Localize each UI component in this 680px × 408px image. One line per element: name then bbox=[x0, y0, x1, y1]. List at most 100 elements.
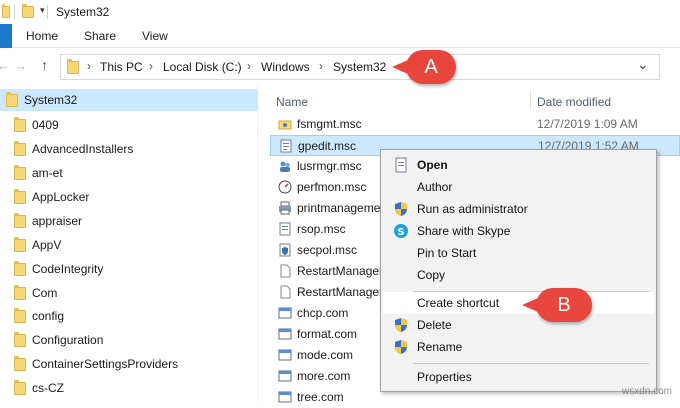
breadcrumb-separator-icon[interactable]: › bbox=[149, 59, 153, 73]
sidebar-item-system32[interactable]: System32 bbox=[0, 89, 258, 111]
menu-item-label: Pin to Start bbox=[417, 246, 477, 260]
breadcrumb-local-disk[interactable]: Local Disk (C:) bbox=[163, 60, 242, 74]
file-tab[interactable] bbox=[0, 24, 12, 48]
file-date: 12/7/2019 1:09 AM bbox=[537, 117, 638, 131]
menu-item-share-with-skype[interactable]: S Share with Skype bbox=[383, 220, 654, 242]
policy-doc-icon bbox=[280, 139, 292, 153]
tab-home[interactable]: Home bbox=[26, 29, 58, 43]
menu-item-pin-to-start[interactable]: Pin to Start bbox=[383, 242, 654, 264]
menu-item-open[interactable]: Open bbox=[383, 154, 654, 176]
address-folder-icon bbox=[67, 59, 79, 74]
folder-icon bbox=[14, 213, 26, 228]
file-name: mode.com bbox=[297, 348, 354, 362]
column-divider[interactable] bbox=[530, 90, 531, 110]
tab-view[interactable]: View bbox=[142, 29, 168, 43]
callout-a: A bbox=[392, 50, 456, 84]
folder-share-icon bbox=[278, 120, 292, 130]
menu-item-rename[interactable]: Rename bbox=[383, 336, 654, 358]
menu-item-label: Author bbox=[417, 180, 453, 194]
menu-item-delete[interactable]: Delete bbox=[383, 314, 654, 336]
sidebar-item-label: 0409 bbox=[32, 118, 59, 132]
sidebar-item[interactable]: 0409 bbox=[0, 114, 258, 136]
sidebar-item[interactable]: CodeIntegrity bbox=[0, 258, 258, 280]
menu-item-author[interactable]: Author bbox=[383, 176, 654, 198]
menu-item-copy[interactable]: Copy bbox=[383, 264, 654, 286]
breadcrumb-this-pc[interactable]: This PC bbox=[100, 60, 143, 74]
sidebar-item[interactable]: AppLocker bbox=[0, 186, 258, 208]
menu-item-run-as-administrator[interactable]: Run as administrator bbox=[383, 198, 654, 220]
menu-item-label: Open bbox=[417, 158, 448, 172]
sidebar-item[interactable]: Configuration bbox=[0, 329, 258, 351]
policy-doc-icon bbox=[279, 222, 291, 236]
uac-shield-icon bbox=[395, 340, 407, 354]
sidebar-item-label: config bbox=[32, 309, 65, 323]
title-separator-2 bbox=[47, 5, 48, 19]
menu-item-label: Copy bbox=[417, 268, 446, 282]
breadcrumb-windows[interactable]: Windows bbox=[261, 60, 310, 74]
skype-icon: S bbox=[394, 224, 408, 238]
app-icon bbox=[278, 370, 292, 382]
svg-text:S: S bbox=[397, 227, 404, 238]
back-arrow-icon[interactable]: ← bbox=[0, 58, 10, 73]
column-header-name[interactable]: Name bbox=[276, 95, 308, 109]
sidebar-item-label: Com bbox=[32, 286, 58, 300]
file-name: RestartManager bbox=[297, 285, 384, 299]
sidebar-item[interactable]: Com bbox=[0, 282, 258, 304]
menu-separator bbox=[413, 363, 649, 364]
app-icon bbox=[278, 307, 292, 319]
sidebar-item[interactable]: AppV bbox=[0, 234, 258, 256]
file-name: fsmgmt.msc bbox=[297, 117, 362, 131]
sidebar-item[interactable]: cs-CZ bbox=[0, 377, 258, 399]
users-icon bbox=[280, 161, 290, 172]
sidebar-item[interactable]: config bbox=[0, 305, 258, 327]
tab-share[interactable]: Share bbox=[84, 29, 116, 43]
navigation-bar: ← → ↑ › This PC › Local Disk (C:) › Wind… bbox=[0, 48, 680, 86]
sidebar-item-label: System32 bbox=[24, 93, 78, 107]
app-icon bbox=[278, 328, 292, 340]
sidebar-item[interactable]: ContainerSettingsProviders bbox=[0, 353, 258, 375]
sidebar-item-label: Configuration bbox=[32, 333, 104, 347]
file-name: more.com bbox=[297, 369, 351, 383]
sidebar-item-label: CodeIntegrity bbox=[32, 262, 104, 276]
sidebar-item[interactable]: appraiser bbox=[0, 210, 258, 232]
printer-icon bbox=[279, 201, 291, 215]
quick-access-dropdown-icon[interactable]: ▾ bbox=[40, 5, 45, 16]
file-name: perfmon.msc bbox=[297, 180, 367, 194]
menu-item-create-shortcut[interactable]: Create shortcut bbox=[383, 292, 654, 314]
breadcrumb-separator-icon[interactable]: › bbox=[247, 59, 251, 73]
forward-arrow-icon[interactable]: → bbox=[14, 58, 27, 73]
breadcrumb-system32[interactable]: System32 bbox=[333, 60, 386, 74]
quick-access-folder-icon[interactable] bbox=[22, 4, 34, 18]
menu-item-label: Delete bbox=[417, 318, 452, 332]
breadcrumb-separator-icon[interactable]: › bbox=[319, 59, 323, 73]
sidebar-item-label: AppLocker bbox=[32, 190, 90, 204]
file-row[interactable]: fsmgmt.msc 12/7/2019 1:09 AM bbox=[270, 114, 680, 135]
folder-icon bbox=[14, 332, 26, 347]
sidebar-item[interactable]: AdvancedInstallers bbox=[0, 138, 258, 160]
perf-icon bbox=[278, 180, 292, 194]
address-dropdown-icon[interactable]: ⌄ bbox=[637, 56, 649, 73]
menu-item-properties[interactable]: Properties bbox=[383, 366, 654, 388]
sidebar-item[interactable]: am-et bbox=[0, 162, 258, 184]
file-name: lusrmgr.msc bbox=[297, 159, 362, 173]
up-arrow-icon[interactable]: ↑ bbox=[41, 57, 48, 73]
watermark: wsxdn.com bbox=[621, 386, 672, 397]
folder-icon bbox=[14, 356, 26, 371]
file-name: tree.com bbox=[297, 390, 344, 404]
uac-shield-icon bbox=[395, 202, 407, 216]
callout-b: B bbox=[522, 288, 592, 322]
file-name: chcp.com bbox=[297, 306, 349, 320]
navigation-pane: System32 0409 AdvancedInstallers am-et A… bbox=[0, 86, 258, 401]
folder-icon bbox=[14, 261, 26, 276]
sidebar-item-label: am-et bbox=[32, 166, 63, 180]
file-name: RestartManager bbox=[297, 264, 384, 278]
title-bar: ▾ System32 bbox=[0, 0, 680, 24]
address-bar[interactable]: › This PC › Local Disk (C:) › Windows › … bbox=[60, 54, 660, 80]
folder-icon bbox=[14, 141, 26, 156]
folder-icon bbox=[14, 308, 26, 323]
app-icon bbox=[278, 391, 292, 403]
folder-icon bbox=[14, 189, 26, 204]
column-header-date-modified[interactable]: Date modified bbox=[537, 95, 611, 109]
breadcrumb-separator-icon[interactable]: › bbox=[87, 59, 91, 73]
menu-item-label: Rename bbox=[417, 340, 463, 354]
